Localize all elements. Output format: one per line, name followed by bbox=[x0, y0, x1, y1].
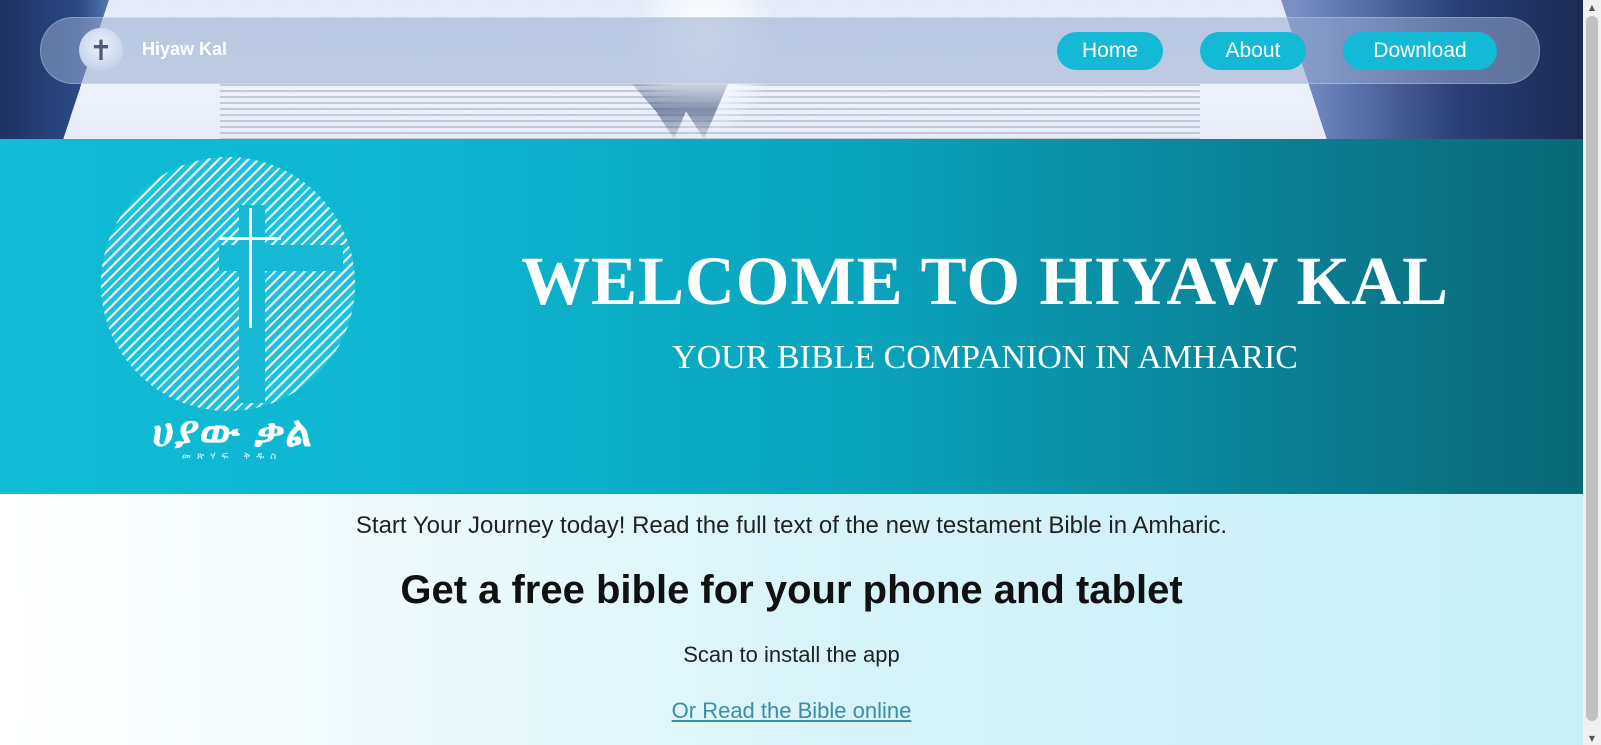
logo-disc bbox=[101, 157, 355, 411]
nav-home-button[interactable]: Home bbox=[1057, 32, 1163, 70]
read-online-link[interactable]: Or Read the Bible online bbox=[0, 698, 1583, 724]
nav-download-button[interactable]: Download bbox=[1343, 32, 1497, 70]
hiyaw-kal-logo: ሀያው ቃል መጽሃፍ ቅዱስ bbox=[75, 139, 385, 494]
scan-instruction: Scan to install the app bbox=[683, 642, 900, 667]
welcome-tagline: YOUR BIBLE COMPANION IN AMHARIC bbox=[672, 339, 1298, 376]
cross-outline-horizontal bbox=[219, 237, 281, 240]
vertical-scrollbar[interactable]: ▲ ▼ bbox=[1583, 0, 1601, 745]
scroll-up-arrow-icon[interactable]: ▲ bbox=[1583, 0, 1601, 14]
logo-amharic-subtext: መጽሃፍ ቅዱስ bbox=[181, 451, 283, 462]
brand-name[interactable]: Hiyaw Kal bbox=[142, 39, 227, 60]
logo-stripes bbox=[101, 157, 355, 411]
top-navbar: ✝ Hiyaw Kal Home About Download bbox=[40, 17, 1540, 84]
welcome-title: WELCOME TO HIYAW KAL bbox=[520, 243, 1450, 319]
cross-outline-vertical bbox=[249, 208, 252, 328]
logo-amharic-text: ሀያው ቃል bbox=[152, 407, 312, 456]
cross-icon-horizontal bbox=[219, 245, 343, 271]
scroll-down-arrow-icon[interactable]: ▼ bbox=[1583, 731, 1601, 745]
cross-icon-vertical bbox=[239, 205, 265, 403]
site-logo-icon[interactable]: ✝ bbox=[79, 28, 123, 72]
welcome-banner: ሀያው ቃል መጽሃፍ ቅዱስ WELCOME TO HIYAW KAL YOU… bbox=[0, 139, 1583, 494]
intro-text: Start Your Journey today! Read the full … bbox=[355, 512, 1228, 539]
download-section: Start Your Journey today! Read the full … bbox=[0, 494, 1583, 745]
nav-about-button[interactable]: About bbox=[1200, 32, 1306, 70]
scrollbar-thumb[interactable] bbox=[1586, 16, 1598, 721]
download-headline: Get a free bible for your phone and tabl… bbox=[400, 568, 1183, 612]
